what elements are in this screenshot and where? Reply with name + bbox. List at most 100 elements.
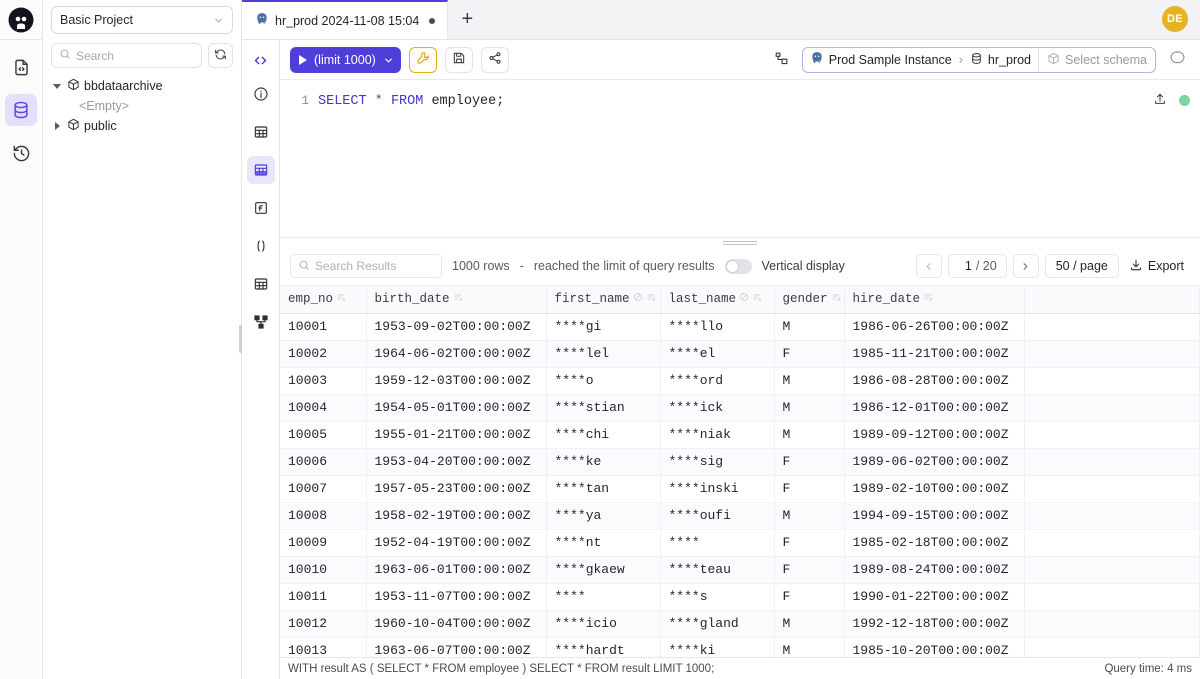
table-row[interactable]: 100071957-05-23T00:00:00Z****tan****insk… bbox=[280, 475, 1200, 502]
table-cell[interactable]: 1989-09-12T00:00:00Z bbox=[844, 421, 1024, 448]
table-cell[interactable]: 1959-12-03T00:00:00Z bbox=[366, 367, 546, 394]
column-header-gender[interactable]: gender bbox=[774, 286, 844, 313]
table-cell[interactable]: M bbox=[774, 502, 844, 529]
table-cell[interactable]: 10001 bbox=[280, 313, 366, 340]
table-row[interactable]: 100051955-01-21T00:00:00Z****chi****niak… bbox=[280, 421, 1200, 448]
table-cell[interactable]: F bbox=[774, 583, 844, 610]
table-cell[interactable]: 1963-06-07T00:00:00Z bbox=[366, 637, 546, 657]
column-header-last-name[interactable]: last_name bbox=[660, 286, 774, 313]
table-cell[interactable]: **** bbox=[546, 583, 660, 610]
table-cell[interactable]: 1958-02-19T00:00:00Z bbox=[366, 502, 546, 529]
sql-text[interactable]: SELECT * FROM employee; bbox=[318, 94, 504, 109]
table-cell[interactable]: **** bbox=[660, 529, 774, 556]
table-cell[interactable]: M bbox=[774, 610, 844, 637]
table-row[interactable]: 100041954-05-01T00:00:00Z****stian****ic… bbox=[280, 394, 1200, 421]
table-cell[interactable]: 1985-11-21T00:00:00Z bbox=[844, 340, 1024, 367]
project-selector[interactable]: Basic Project bbox=[51, 6, 233, 34]
table-cell[interactable]: ****el bbox=[660, 340, 774, 367]
table-cell[interactable]: 1989-02-10T00:00:00Z bbox=[844, 475, 1024, 502]
table-row[interactable]: 100121960-10-04T00:00:00Z****icio****gla… bbox=[280, 610, 1200, 637]
current-page[interactable]: 1 bbox=[958, 259, 972, 273]
panel-toggle-code[interactable] bbox=[247, 46, 275, 74]
column-header-emp-no[interactable]: emp_no bbox=[280, 286, 366, 313]
page-indicator[interactable]: 1 / 20 bbox=[948, 254, 1007, 278]
table-cell[interactable]: 10008 bbox=[280, 502, 366, 529]
table-row[interactable]: 100061953-04-20T00:00:00Z****ke****sigF1… bbox=[280, 448, 1200, 475]
table-cell[interactable]: 1986-06-26T00:00:00Z bbox=[844, 313, 1024, 340]
rail-item-sql-editor[interactable] bbox=[5, 51, 37, 83]
share-button[interactable] bbox=[481, 47, 509, 73]
table-cell[interactable]: F bbox=[774, 556, 844, 583]
table-cell[interactable]: 1989-06-02T00:00:00Z bbox=[844, 448, 1024, 475]
table-cell[interactable]: 1990-01-22T00:00:00Z bbox=[844, 583, 1024, 610]
table-cell[interactable]: ****stian bbox=[546, 394, 660, 421]
vertical-display-toggle[interactable] bbox=[725, 259, 752, 274]
table-cell[interactable]: ****tan bbox=[546, 475, 660, 502]
sort-icon[interactable] bbox=[336, 292, 346, 306]
chevron-down-icon[interactable] bbox=[51, 84, 63, 89]
sort-icon[interactable] bbox=[646, 292, 656, 306]
panel-data-grid[interactable] bbox=[247, 156, 275, 184]
table-cell[interactable]: ****ke bbox=[546, 448, 660, 475]
table-cell[interactable]: 1963-06-01T00:00:00Z bbox=[366, 556, 546, 583]
table-cell[interactable]: ****icio bbox=[546, 610, 660, 637]
table-cell[interactable]: 1953-04-20T00:00:00Z bbox=[366, 448, 546, 475]
next-page-button[interactable] bbox=[1013, 254, 1039, 278]
table-cell[interactable]: M bbox=[774, 421, 844, 448]
table-cell[interactable]: ****oufi bbox=[660, 502, 774, 529]
branch-button[interactable] bbox=[770, 47, 794, 73]
tree-node-bbdataarchive[interactable]: bbdataarchive bbox=[49, 76, 237, 96]
table-cell[interactable]: F bbox=[774, 529, 844, 556]
table-cell[interactable]: 10010 bbox=[280, 556, 366, 583]
table-cell[interactable]: ****niak bbox=[660, 421, 774, 448]
table-cell[interactable]: 1985-10-20T00:00:00Z bbox=[844, 637, 1024, 657]
panel-info[interactable] bbox=[247, 80, 275, 108]
table-row[interactable]: 100091952-04-19T00:00:00Z****nt****F1985… bbox=[280, 529, 1200, 556]
table-row[interactable]: 100021964-06-02T00:00:00Z****lel****elF1… bbox=[280, 340, 1200, 367]
panel-functions[interactable] bbox=[247, 194, 275, 222]
rail-item-history[interactable] bbox=[5, 137, 37, 169]
upload-icon[interactable] bbox=[1153, 92, 1167, 109]
panel-views[interactable] bbox=[247, 270, 275, 298]
column-header-hire-date[interactable]: hire_date bbox=[844, 286, 1024, 313]
chevron-right-icon[interactable] bbox=[51, 122, 63, 130]
table-cell[interactable]: 10004 bbox=[280, 394, 366, 421]
table-cell[interactable]: 1953-09-02T00:00:00Z bbox=[366, 313, 546, 340]
table-row[interactable]: 100011953-09-02T00:00:00Z****gi****lloM1… bbox=[280, 313, 1200, 340]
table-cell[interactable]: ****gkaew bbox=[546, 556, 660, 583]
table-cell[interactable]: 1992-12-18T00:00:00Z bbox=[844, 610, 1024, 637]
table-row[interactable]: 100081958-02-19T00:00:00Z****ya****oufiM… bbox=[280, 502, 1200, 529]
table-cell[interactable]: M bbox=[774, 367, 844, 394]
table-cell[interactable]: 1989-08-24T00:00:00Z bbox=[844, 556, 1024, 583]
table-cell[interactable]: 10012 bbox=[280, 610, 366, 637]
table-cell[interactable]: 10003 bbox=[280, 367, 366, 394]
column-header-birth-date[interactable]: birth_date bbox=[366, 286, 546, 313]
chevron-down-icon[interactable] bbox=[383, 55, 393, 65]
table-cell[interactable]: F bbox=[774, 448, 844, 475]
table-cell[interactable]: ****inski bbox=[660, 475, 774, 502]
ai-assistant-button[interactable] bbox=[1164, 47, 1190, 73]
sort-icon[interactable] bbox=[752, 292, 762, 306]
table-cell[interactable]: 1985-02-18T00:00:00Z bbox=[844, 529, 1024, 556]
eye-off-icon[interactable] bbox=[633, 292, 643, 306]
run-query-button[interactable]: (limit 1000) bbox=[290, 47, 401, 73]
table-cell[interactable]: 10013 bbox=[280, 637, 366, 657]
table-row[interactable]: 100101963-06-01T00:00:00Z****gkaew****te… bbox=[280, 556, 1200, 583]
table-cell[interactable]: ****teau bbox=[660, 556, 774, 583]
save-sheet-button[interactable] bbox=[445, 47, 473, 73]
prev-page-button[interactable] bbox=[916, 254, 942, 278]
table-cell[interactable]: ****hardt bbox=[546, 637, 660, 657]
table-cell[interactable]: ****nt bbox=[546, 529, 660, 556]
table-cell[interactable]: ****ick bbox=[660, 394, 774, 421]
results-search-box[interactable] bbox=[290, 254, 442, 278]
page-size-selector[interactable]: 50 / page bbox=[1045, 254, 1119, 278]
sort-icon[interactable] bbox=[453, 292, 463, 306]
sidebar-search-box[interactable] bbox=[51, 43, 202, 68]
table-cell[interactable]: ****gland bbox=[660, 610, 774, 637]
panel-tables[interactable] bbox=[247, 118, 275, 146]
table-cell[interactable]: M bbox=[774, 313, 844, 340]
panel-parentheses[interactable] bbox=[247, 232, 275, 260]
table-cell[interactable]: ****s bbox=[660, 583, 774, 610]
table-cell[interactable]: 1964-06-02T00:00:00Z bbox=[366, 340, 546, 367]
table-row[interactable]: 100131963-06-07T00:00:00Z****hardt****ki… bbox=[280, 637, 1200, 657]
